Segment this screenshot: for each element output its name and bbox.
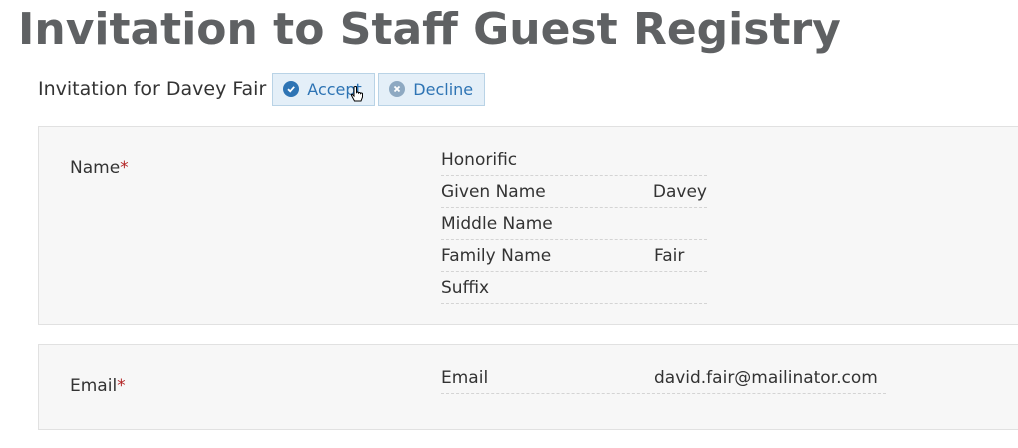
- hand-cursor-icon: [350, 86, 364, 104]
- name-field-label: Name*: [70, 158, 129, 178]
- subfield-label: Suffix: [441, 277, 490, 298]
- page-title: Invitation to Staff Guest Registry: [18, 4, 841, 55]
- invitation-text: Invitation for Davey Fair: [38, 78, 267, 100]
- name-row-given-name[interactable]: Given Name Davey: [441, 176, 707, 208]
- required-marker: *: [120, 158, 129, 178]
- name-field-panel: Name* Honorific Given Name Davey Middle …: [38, 126, 1018, 325]
- subfield-label: Honorific: [441, 149, 518, 170]
- required-marker: *: [117, 376, 126, 396]
- decline-button[interactable]: Decline: [378, 72, 486, 106]
- email-row[interactable]: Email david.fair@mailinator.com: [441, 362, 886, 394]
- subfield-value: Davey: [652, 181, 707, 202]
- email-field-label: Email*: [70, 376, 126, 396]
- name-row-honorific[interactable]: Honorific: [441, 144, 707, 176]
- invitation-bar: Invitation for Davey Fair Accept Decline: [38, 72, 488, 106]
- decline-label: Decline: [413, 79, 474, 99]
- subfield-value: Fair: [654, 245, 685, 266]
- check-circle-icon: [283, 81, 300, 97]
- subfield-label: Middle Name: [441, 213, 553, 234]
- email-subfields: Email david.fair@mailinator.com: [441, 362, 886, 394]
- subfield-value: david.fair@mailinator.com: [654, 367, 878, 388]
- close-circle-icon: [389, 81, 406, 97]
- subfield-label: Email: [441, 367, 489, 388]
- subfield-label: Given Name: [441, 181, 546, 202]
- name-row-suffix[interactable]: Suffix: [441, 272, 707, 304]
- subfield-label: Family Name: [441, 245, 552, 266]
- name-row-family-name[interactable]: Family Name Fair: [441, 240, 707, 272]
- email-field-panel: Email* Email david.fair@mailinator.com: [38, 344, 1018, 430]
- name-row-middle-name[interactable]: Middle Name: [441, 208, 707, 240]
- name-subfields: Honorific Given Name Davey Middle Name F…: [441, 144, 707, 304]
